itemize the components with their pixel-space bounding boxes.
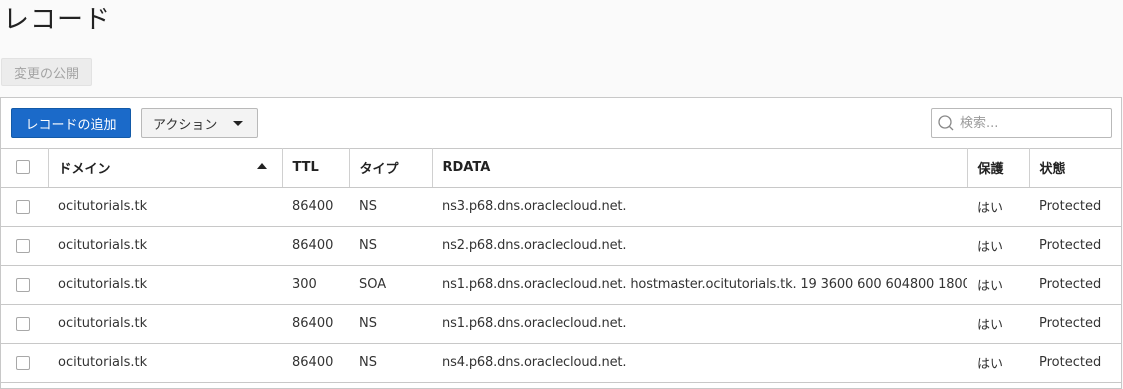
table-row: ocitutorials.tk 86400 NS ns3.p68.dns.ora… — [1, 187, 1121, 227]
table-row: ocitutorials.tk 300 SOA ns1.p68.dns.orac… — [1, 265, 1121, 305]
cell-protected: はい — [967, 265, 1029, 305]
row-checkbox[interactable] — [16, 277, 30, 292]
row-select-cell — [1, 304, 48, 344]
records-panel: レコードの追加 アクション 検索... ドメイン TTL タイプ RDATA 保… — [0, 97, 1122, 389]
records-table: ドメイン TTL タイプ RDATA 保護 状態 ocitutorials.tk… — [1, 148, 1121, 383]
cell-state: Protected — [1029, 265, 1121, 305]
cell-protected: はい — [967, 343, 1029, 383]
cell-type: NS — [349, 187, 432, 227]
cell-rdata: ns2.p68.dns.oraclecloud.net. — [432, 226, 967, 266]
publish-changes-button[interactable]: 変更の公開 — [1, 58, 92, 86]
cell-ttl: 300 — [282, 265, 349, 305]
column-label-domain: ドメイン — [58, 161, 111, 177]
cell-state: Protected — [1029, 304, 1121, 344]
table-row: ocitutorials.tk 86400 NS ns2.p68.dns.ora… — [1, 226, 1121, 266]
actions-menu-label: アクション — [153, 117, 218, 133]
cell-rdata: ns1.p68.dns.oraclecloud.net. hostmaster.… — [432, 265, 967, 305]
select-all-cell — [1, 148, 49, 188]
row-checkbox[interactable] — [16, 355, 30, 370]
column-header-ttl[interactable]: TTL — [282, 148, 350, 188]
row-select-cell — [1, 343, 48, 383]
search-icon — [938, 115, 954, 131]
cell-domain: ocitutorials.tk — [48, 187, 282, 227]
table-row: ocitutorials.tk 86400 NS ns1.p68.dns.ora… — [1, 304, 1121, 344]
cell-state: Protected — [1029, 226, 1121, 266]
cell-domain: ocitutorials.tk — [48, 265, 282, 305]
cell-type: NS — [349, 304, 432, 344]
column-header-rdata[interactable]: RDATA — [432, 148, 968, 188]
cell-protected: はい — [967, 304, 1029, 344]
actions-menu-button[interactable]: アクション — [141, 108, 258, 138]
row-select-cell — [1, 226, 48, 266]
cell-type: SOA — [349, 265, 432, 305]
select-all-checkbox[interactable] — [16, 160, 30, 175]
column-header-type[interactable]: タイプ — [349, 148, 433, 188]
cell-state: Protected — [1029, 187, 1121, 227]
table-row: ocitutorials.tk 86400 NS ns4.p68.dns.ora… — [1, 343, 1121, 383]
cell-rdata: ns4.p68.dns.oraclecloud.net. — [432, 343, 967, 383]
row-checkbox[interactable] — [16, 199, 30, 214]
cell-type: NS — [349, 226, 432, 266]
cell-ttl: 86400 — [282, 304, 349, 344]
cell-protected: はい — [967, 187, 1029, 227]
page-title: レコード — [3, 5, 112, 35]
add-record-button[interactable]: レコードの追加 — [11, 108, 131, 138]
search-box[interactable] — [931, 108, 1112, 138]
cell-protected: はい — [967, 226, 1029, 266]
column-header-domain[interactable]: ドメイン — [48, 148, 283, 188]
cell-rdata: ns1.p68.dns.oraclecloud.net. — [432, 304, 967, 344]
column-header-protected[interactable]: 保護 — [967, 148, 1030, 188]
cell-domain: ocitutorials.tk — [48, 304, 282, 344]
column-header-state[interactable]: 状態 — [1029, 148, 1121, 188]
search-input[interactable] — [960, 113, 1108, 133]
row-select-cell — [1, 265, 48, 305]
row-checkbox[interactable] — [16, 238, 30, 253]
row-checkbox[interactable] — [16, 316, 30, 331]
chevron-down-icon — [233, 121, 243, 126]
row-select-cell — [1, 187, 48, 227]
cell-domain: ocitutorials.tk — [48, 226, 282, 266]
sort-ascending-icon — [256, 162, 267, 169]
cell-domain: ocitutorials.tk — [48, 343, 282, 383]
table-header-row: ドメイン TTL タイプ RDATA 保護 状態 — [1, 148, 1121, 188]
cell-ttl: 86400 — [282, 226, 349, 266]
cell-rdata: ns3.p68.dns.oraclecloud.net. — [432, 187, 967, 227]
records-toolbar: レコードの追加 アクション — [1, 98, 1121, 149]
cell-ttl: 86400 — [282, 343, 349, 383]
cell-type: NS — [349, 343, 432, 383]
cell-ttl: 86400 — [282, 187, 349, 227]
cell-state: Protected — [1029, 343, 1121, 383]
